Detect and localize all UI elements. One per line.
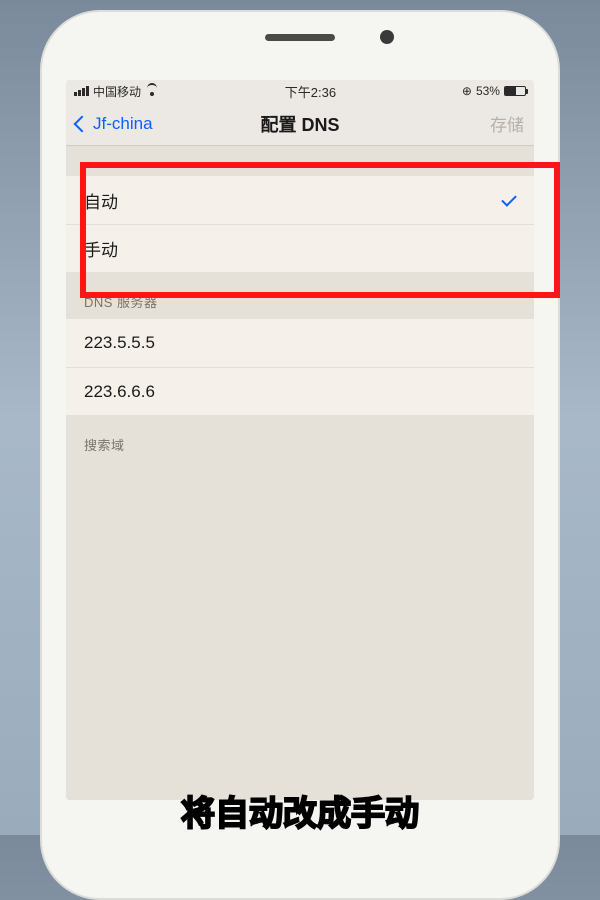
dns-mode-group: 自动 手动 xyxy=(66,176,534,272)
dns-server-row[interactable]: 223.6.6.6 xyxy=(66,367,534,415)
settings-body: 自动 手动 DNS 服务器 223.5.5.5 223.6.6.6 搜索域 xyxy=(66,146,534,800)
battery-pct: 53% xyxy=(476,84,500,98)
dns-servers-header: DNS 服务器 xyxy=(66,272,534,319)
status-bar: 中国移动 下午2:36 ⊕ 53% xyxy=(66,80,534,102)
dns-server-value: 223.6.6.6 xyxy=(84,382,155,402)
orientation-lock-icon: ⊕ xyxy=(462,84,472,98)
phone-frame: 中国移动 下午2:36 ⊕ 53% Jf-china 配置 DNS 存储 自动 xyxy=(40,10,560,900)
carrier-label: 中国移动 xyxy=(93,83,141,100)
back-label: Jf-china xyxy=(93,114,153,134)
nav-bar: Jf-china 配置 DNS 存储 xyxy=(66,102,534,146)
dns-mode-manual[interactable]: 手动 xyxy=(66,224,534,272)
signal-icon xyxy=(74,86,89,96)
dns-servers-group: 223.5.5.5 223.6.6.6 xyxy=(66,319,534,415)
status-time: 下午2:36 xyxy=(285,82,336,101)
page-title: 配置 DNS xyxy=(260,111,339,137)
search-domains-header: 搜索域 xyxy=(66,415,534,462)
battery-icon xyxy=(504,86,526,96)
dns-mode-auto[interactable]: 自动 xyxy=(66,176,534,224)
screen: 中国移动 下午2:36 ⊕ 53% Jf-china 配置 DNS 存储 自动 xyxy=(66,80,534,800)
dns-server-row[interactable]: 223.5.5.5 xyxy=(66,319,534,367)
save-button[interactable]: 存储 xyxy=(490,111,524,136)
dns-server-value: 223.5.5.5 xyxy=(84,333,155,353)
wifi-icon xyxy=(145,86,159,96)
checkmark-icon xyxy=(501,191,517,207)
cell-label: 自动 xyxy=(84,188,118,213)
cell-label: 手动 xyxy=(84,236,118,261)
chevron-left-icon xyxy=(74,115,91,132)
back-button[interactable]: Jf-china xyxy=(76,114,153,134)
